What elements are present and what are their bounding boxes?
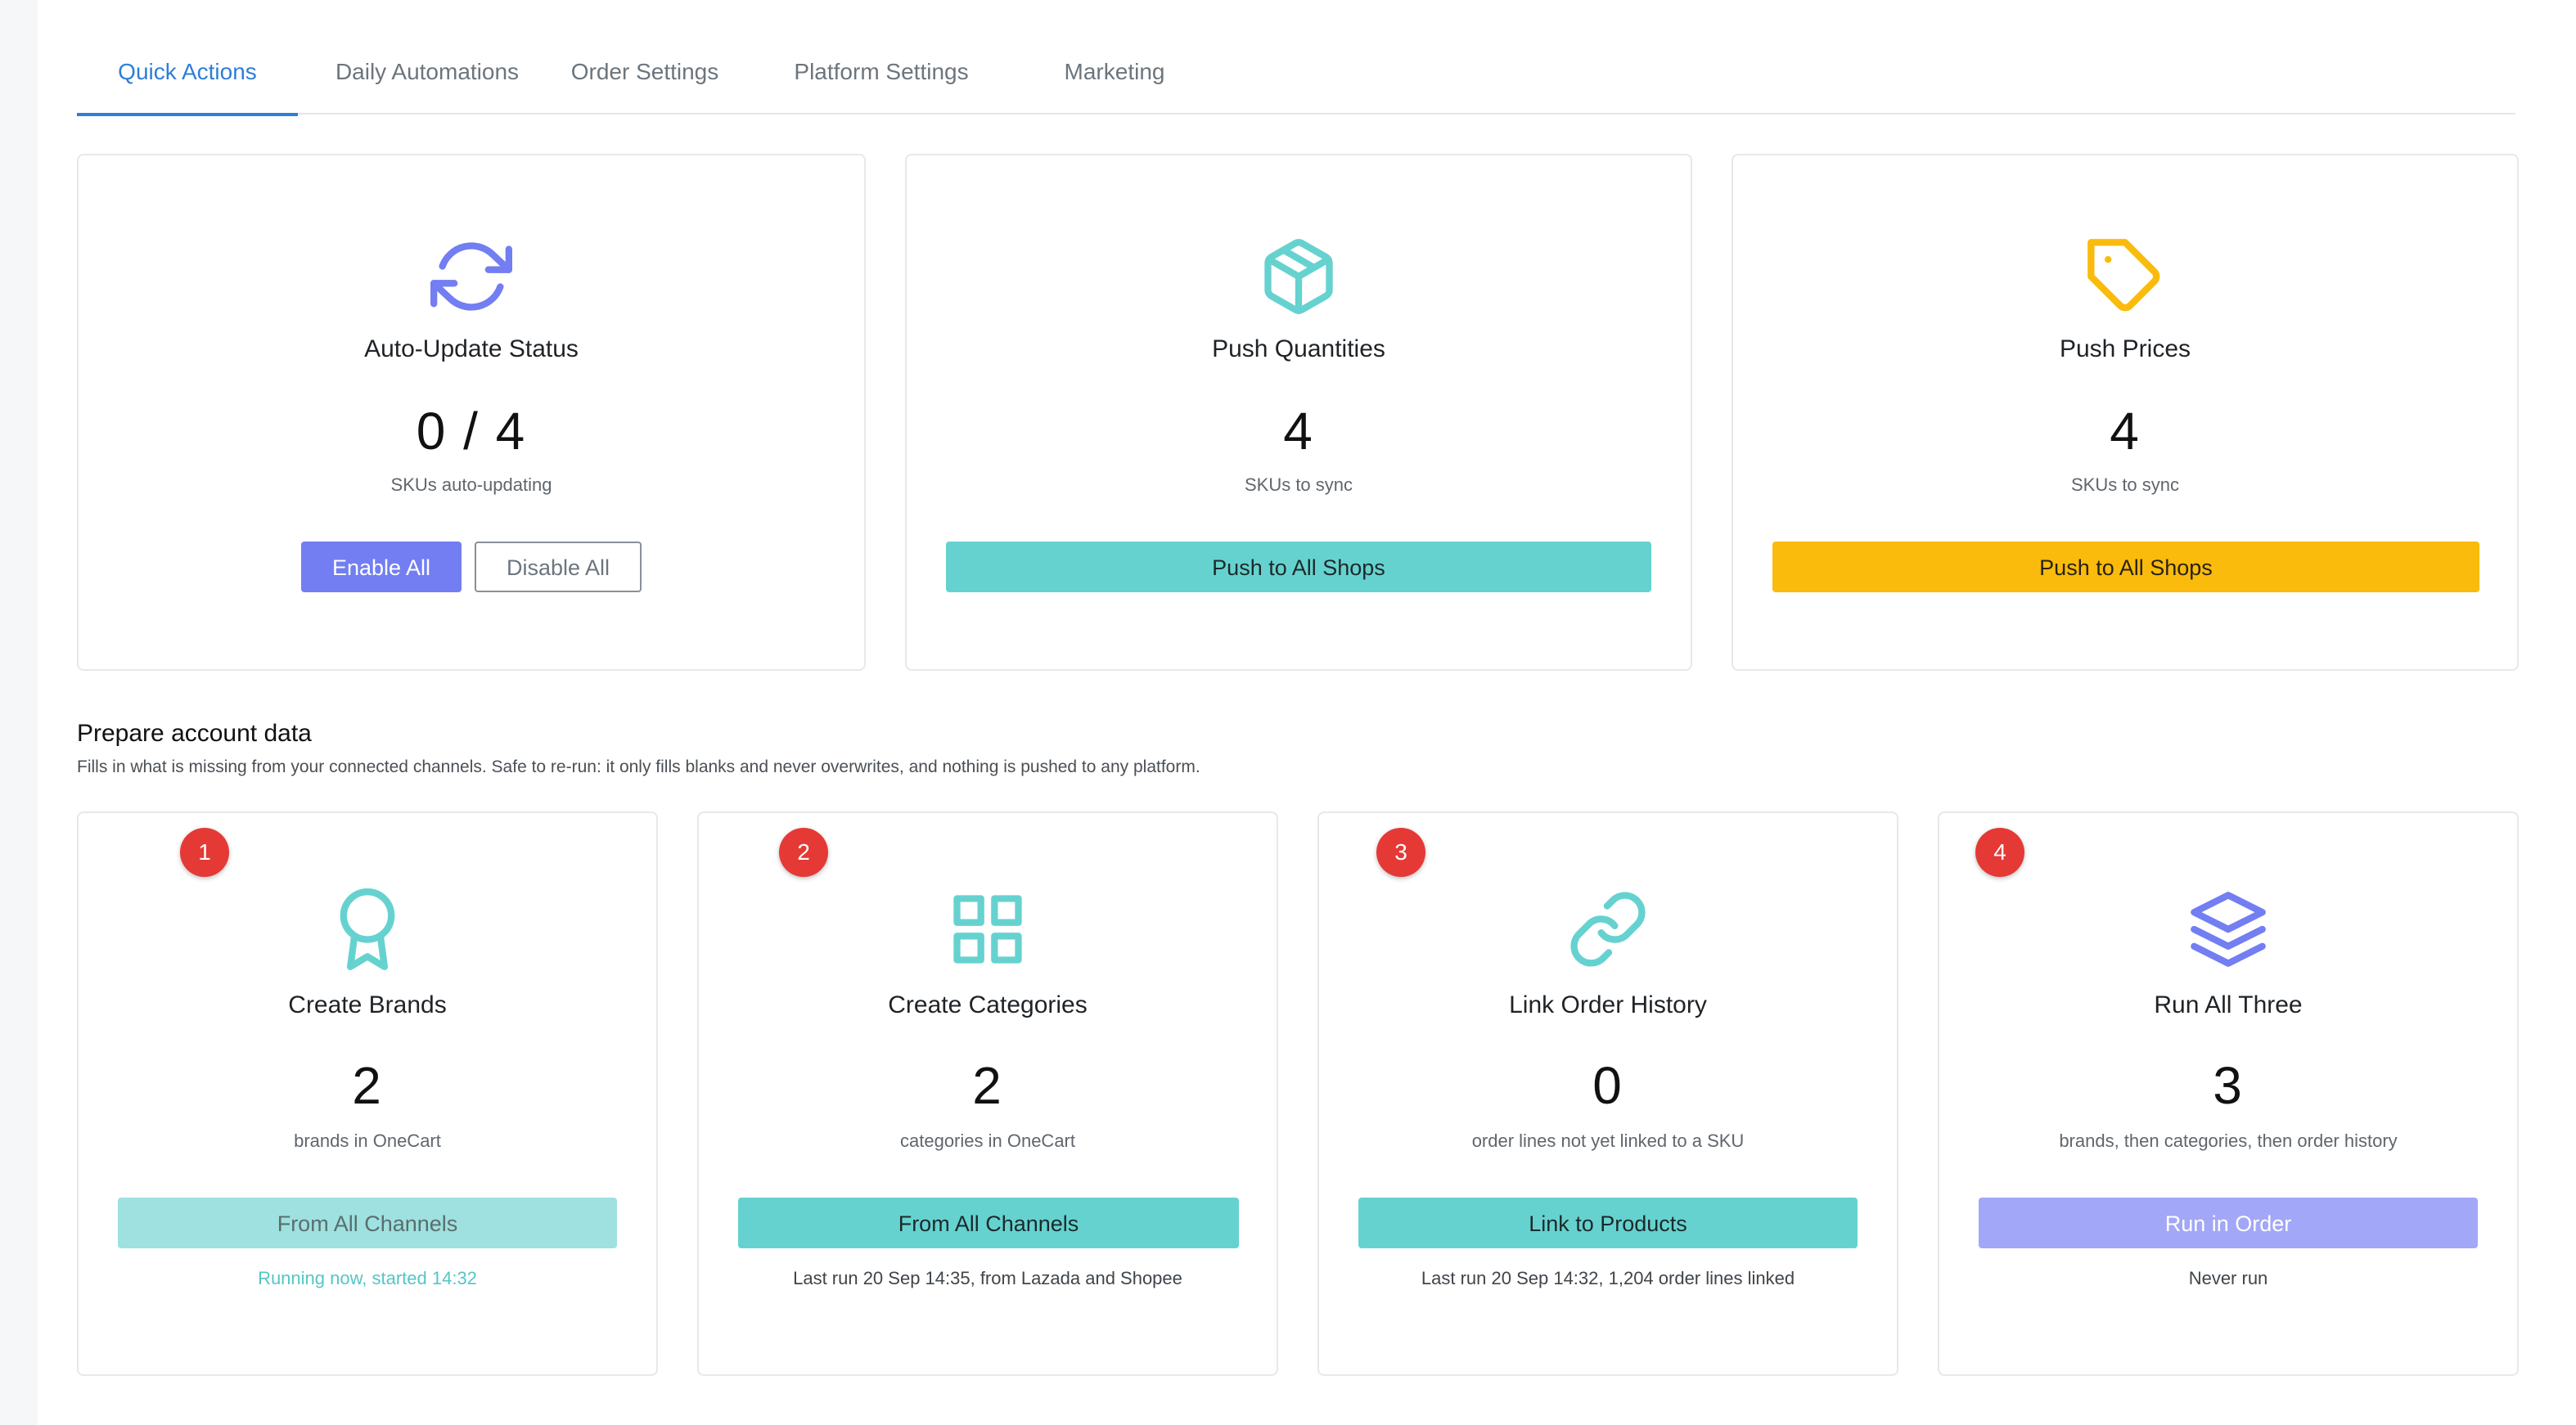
run-all-three-card: 4 Run All Three 3 brands, then categorie… xyxy=(1938,811,2519,1376)
tab-bar: Quick Actions Daily Automations Order Se… xyxy=(77,36,2515,116)
page: Quick Actions Daily Automations Order Se… xyxy=(38,0,2576,1425)
tab-marketing[interactable]: Marketing xyxy=(1049,56,1180,115)
card-title: Run All Three xyxy=(2154,991,2303,1018)
step-badge: 1 xyxy=(180,828,229,877)
disable-all-button[interactable]: Disable All xyxy=(475,542,642,592)
run-in-order-button[interactable]: Run in Order xyxy=(1979,1198,2478,1248)
categories-count: 2 xyxy=(972,1056,1003,1115)
run-status: Last run 20 Sep 14:35, from Lazada and S… xyxy=(793,1268,1182,1288)
push-prices-button[interactable]: Push to All Shops xyxy=(1772,542,2479,592)
link-icon xyxy=(1567,888,1649,970)
enable-all-button[interactable]: Enable All xyxy=(301,542,462,592)
run-status: Never run xyxy=(2188,1268,2268,1288)
card-caption: brands, then categories, then order hist… xyxy=(2059,1131,2398,1151)
card-title: Push Quantities xyxy=(1212,335,1385,362)
link-order-history-card: 3 Link Order History 0 order lines not y… xyxy=(1317,811,1898,1376)
step-badge: 3 xyxy=(1376,828,1425,877)
refresh-icon xyxy=(430,236,512,317)
auto-update-card: Auto-Update Status 0 / 4 SKUs auto-updat… xyxy=(77,154,866,671)
card-caption: SKUs to sync xyxy=(2070,474,2180,495)
card-title: Push Prices xyxy=(2059,335,2191,362)
card-title: Create Categories xyxy=(888,991,1088,1018)
section-title: Prepare account data xyxy=(77,720,312,747)
box-icon xyxy=(1258,236,1340,317)
push-quantities-card: Push Quantities 4 SKUs to sync Push to A… xyxy=(905,154,1692,671)
run-status: Running now, started 14:32 xyxy=(258,1268,477,1288)
create-brands-button[interactable]: From All Channels xyxy=(118,1198,617,1248)
section-description: Fills in what is missing from your conne… xyxy=(77,757,1200,776)
card-caption: order lines not yet linked to a SKU xyxy=(1471,1131,1745,1151)
tab-order-settings[interactable]: Order Settings xyxy=(563,56,727,115)
grid-icon xyxy=(947,888,1029,970)
step-badge: 4 xyxy=(1975,828,2024,877)
step-badge: 2 xyxy=(779,828,828,877)
card-caption: SKUs to sync xyxy=(1244,474,1353,495)
link-to-products-button[interactable]: Link to Products xyxy=(1358,1198,1858,1248)
card-caption: categories in OneCart xyxy=(900,1131,1075,1151)
auto-update-count: 0 / 4 xyxy=(416,402,527,461)
layers-icon xyxy=(2187,888,2269,970)
create-brands-card: 1 Create Brands 2 brands in OneCart From… xyxy=(77,811,658,1376)
push-prices-card: Push Prices 4 SKUs to sync Push to All S… xyxy=(1732,154,2519,671)
order-lines-count: 0 xyxy=(1592,1056,1624,1115)
push-quantities-button[interactable]: Push to All Shops xyxy=(946,542,1651,592)
tab-quick-actions[interactable]: Quick Actions xyxy=(77,56,298,116)
create-categories-card: 2 Create Categories 2 categories in OneC… xyxy=(697,811,1278,1376)
card-caption: brands in OneCart xyxy=(294,1131,441,1151)
run-status: Last run 20 Sep 14:32, 1,204 order lines… xyxy=(1421,1268,1795,1288)
brands-count: 2 xyxy=(352,1056,383,1115)
price-tag-icon xyxy=(2084,236,2166,317)
tab-daily-automations[interactable]: Daily Automations xyxy=(329,56,525,115)
award-ribbon-icon xyxy=(327,888,408,970)
card-title: Auto-Update Status xyxy=(364,335,579,362)
card-title: Create Brands xyxy=(288,991,447,1018)
create-categories-button[interactable]: From All Channels xyxy=(738,1198,1239,1248)
prices-count: 4 xyxy=(2110,402,2141,461)
steps-count: 3 xyxy=(2213,1056,2244,1115)
card-caption: SKUs auto-updating xyxy=(390,474,552,495)
card-title: Link Order History xyxy=(1509,991,1707,1018)
quantities-count: 4 xyxy=(1283,402,1314,461)
tab-platform-settings[interactable]: Platform Settings xyxy=(779,56,984,115)
